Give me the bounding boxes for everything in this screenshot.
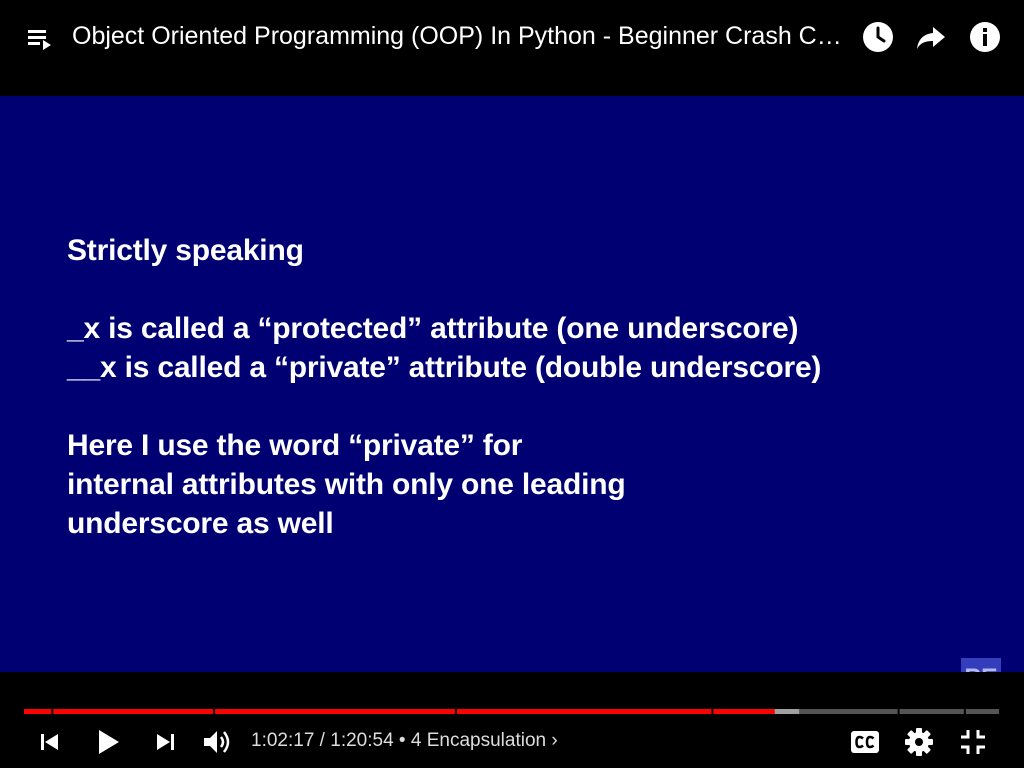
duration: 1:20:54 bbox=[330, 730, 394, 751]
chapter-marker bbox=[213, 709, 216, 714]
chapter-title: 4 Encapsulation bbox=[410, 730, 547, 751]
exit-fullscreen-icon[interactable] bbox=[957, 726, 989, 758]
chapter-marker bbox=[51, 709, 54, 714]
skip-next-icon[interactable] bbox=[151, 728, 179, 756]
chapter-title-button[interactable]: 4 Encapsulation › bbox=[411, 730, 558, 751]
clock-icon[interactable] bbox=[861, 20, 895, 54]
video-frame[interactable]: Strictly speaking _x is called a “protec… bbox=[0, 96, 1024, 672]
slide-line-spacer bbox=[67, 270, 821, 309]
volume-icon[interactable] bbox=[201, 726, 233, 758]
progress-bar[interactable] bbox=[24, 709, 999, 714]
slide-text: Strictly speaking _x is called a “protec… bbox=[67, 231, 821, 543]
chapter-marker bbox=[963, 709, 966, 714]
top-bar: Object Oriented Programming (OOP) In Pyt… bbox=[0, 0, 1024, 96]
chapter-marker bbox=[897, 709, 900, 714]
chevron-right-icon: › bbox=[551, 730, 558, 751]
share-arrow-icon[interactable] bbox=[914, 20, 948, 54]
chapter-marker bbox=[711, 709, 714, 714]
cc-icon[interactable] bbox=[849, 727, 881, 757]
playlist-icon[interactable] bbox=[26, 24, 56, 54]
slide-line: __x is called a “private” attribute (dou… bbox=[67, 351, 822, 384]
video-player[interactable]: Object Oriented Programming (OOP) In Pyt… bbox=[0, 0, 1024, 768]
slide-line-spacer bbox=[67, 387, 821, 426]
slide-line: underscore as well bbox=[67, 507, 334, 540]
gear-icon[interactable] bbox=[903, 726, 935, 758]
current-time: 1:02:17 bbox=[251, 730, 315, 751]
skip-previous-icon[interactable] bbox=[36, 728, 64, 756]
slide-line: _x is called a “protected” attribute (on… bbox=[67, 312, 799, 345]
slide-line: internal attributes with only one leadin… bbox=[67, 468, 626, 501]
chapter-marker bbox=[454, 709, 457, 714]
info-icon[interactable] bbox=[968, 20, 1002, 54]
time-display: 1:02:17 / 1:20:54 • 4 Encapsulation › bbox=[251, 729, 558, 753]
chapter-separator: • bbox=[393, 730, 411, 751]
slide-line: Here I use the word “private” for bbox=[67, 429, 523, 462]
video-title[interactable]: Object Oriented Programming (OOP) In Pyt… bbox=[72, 20, 852, 52]
progress-played bbox=[24, 709, 775, 714]
slide-line: Strictly speaking bbox=[67, 234, 304, 267]
play-icon[interactable] bbox=[92, 726, 124, 758]
player-controls: 1:02:17 / 1:20:54 • 4 Encapsulation › bbox=[0, 672, 1024, 768]
time-separator: / bbox=[314, 730, 331, 751]
progress-track[interactable] bbox=[24, 709, 999, 714]
